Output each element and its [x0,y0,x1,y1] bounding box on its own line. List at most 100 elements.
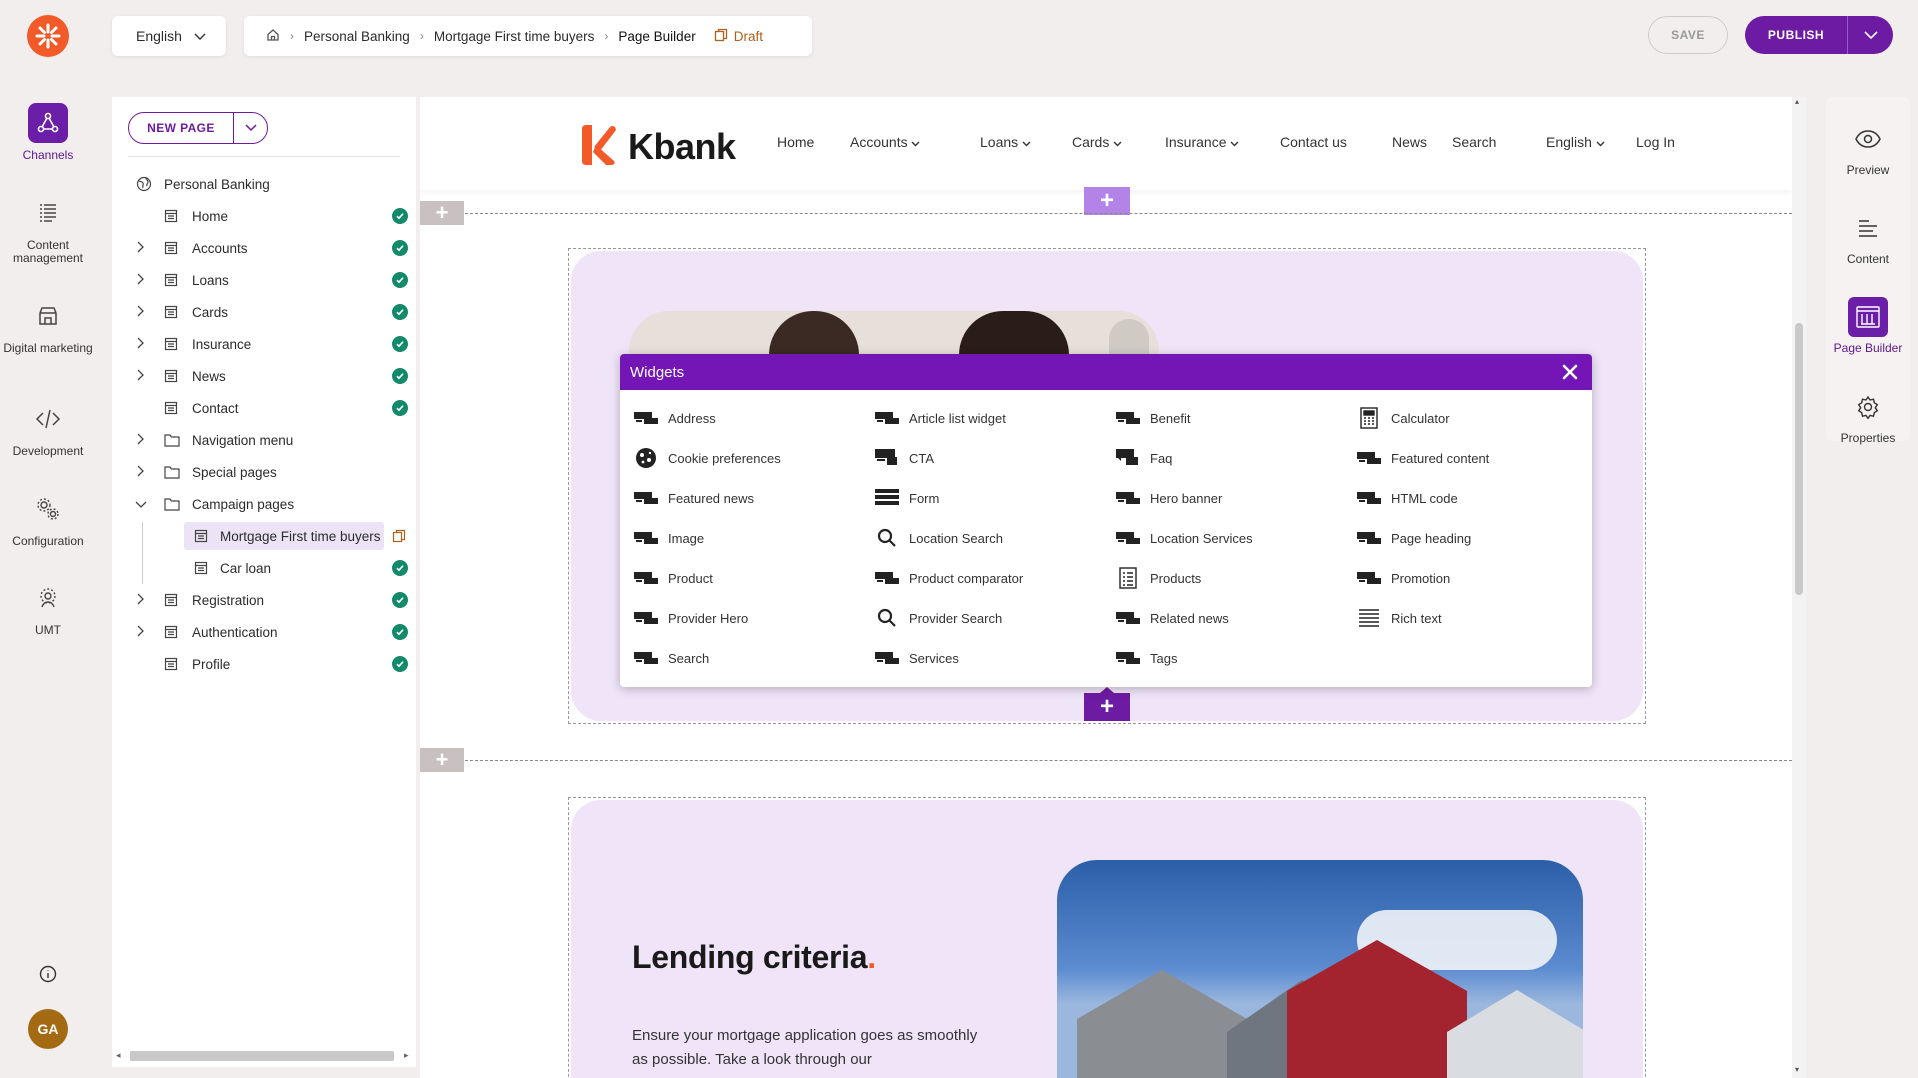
scroll-left-icon[interactable]: ◂ [116,1050,121,1061]
widget-option[interactable]: Benefit [1116,408,1190,428]
widget-option[interactable]: Address [634,408,716,428]
tree-item[interactable]: Profile [112,648,416,680]
add-widget-button[interactable]: + [1084,693,1130,721]
chevron-right-icon[interactable] [134,241,148,256]
chevron-down-icon[interactable] [1847,16,1893,54]
widget-option[interactable]: Article list widget [875,408,1006,428]
tree-item[interactable]: Registration [112,584,416,616]
tree-item[interactable]: News [112,360,416,392]
language-select[interactable]: English [112,16,226,56]
rail-item-digital-marketing[interactable]: Digital marketing [0,296,96,355]
widget-option[interactable]: Related news [1116,608,1229,628]
tree-item[interactable]: Authentication [112,616,416,648]
chevron-down-icon[interactable] [134,497,148,512]
widget-option[interactable]: Featured news [634,488,754,508]
chevron-right-icon[interactable] [134,337,148,352]
tree-item[interactable]: Cards [112,296,416,328]
tree-item[interactable]: Navigation menu [112,424,416,456]
widget-option[interactable]: Tags [1116,648,1177,668]
panel-item-content[interactable]: Content [1826,208,1910,266]
widget-option[interactable]: Search [634,648,709,668]
new-page-button[interactable]: NEW PAGE [128,112,268,144]
widget-option[interactable]: Cookie preferences [634,448,781,468]
tree-item[interactable]: Special pages [112,456,416,488]
widget-option[interactable]: Services [875,648,959,668]
breadcrumb-item[interactable]: Mortgage First time buyers [434,29,595,44]
site-nav-link[interactable]: Loans [980,134,1031,150]
panel-item-preview[interactable]: Preview [1826,119,1910,177]
tree-item[interactable]: Loans [112,264,416,296]
panel-item-page-builder[interactable]: Page Builder [1826,297,1910,355]
rail-item-development[interactable]: Development [0,399,96,458]
widget-option[interactable]: Location Services [1116,528,1253,548]
chevron-down-icon[interactable] [233,113,267,143]
widget-option[interactable]: Faq [1116,448,1172,468]
widget-option[interactable]: Image [634,528,704,548]
site-nav-link[interactable]: Search [1452,134,1496,150]
chevron-right-icon[interactable] [134,465,148,480]
site-nav-link[interactable]: Log In [1636,134,1675,150]
widget-option[interactable]: Rich text [1357,608,1442,628]
scroll-right-icon[interactable]: ▸ [404,1050,409,1061]
tree-root[interactable]: Personal Banking [112,168,416,200]
home-icon[interactable] [266,28,280,45]
widget-option[interactable]: Page heading [1357,528,1471,548]
site-nav-link[interactable]: Insurance [1165,134,1239,150]
add-row-button[interactable]: + [420,747,464,772]
chevron-right-icon[interactable] [134,593,148,608]
scrollbar-thumb[interactable] [130,1051,394,1061]
tree-item[interactable]: Insurance [112,328,416,360]
scroll-up-icon[interactable]: ▴ [1795,97,1799,106]
site-nav-link[interactable]: Contact us [1280,134,1347,150]
rail-item-configuration[interactable]: Configuration [0,489,96,548]
widget-option[interactable]: Location Search [875,528,1003,548]
site-nav-link[interactable]: Accounts [850,134,920,150]
info-icon[interactable] [38,964,58,984]
tree-horizontal-scrollbar[interactable]: ◂ ▸ [116,1048,412,1062]
panel-item-properties[interactable]: Properties [1826,387,1910,445]
scrollbar-thumb[interactable] [1795,323,1803,595]
widget-option[interactable]: CTA [875,448,934,468]
site-nav-link[interactable]: Cards [1072,134,1122,150]
tree-item[interactable]: Mortgage First time buyers [112,520,416,552]
tree-item[interactable]: Campaign pages [112,488,416,520]
widget-option[interactable]: Provider Hero [634,608,748,628]
chevron-right-icon[interactable] [134,625,148,640]
rail-item-content-management[interactable]: Content management [0,193,96,265]
chevron-right-icon[interactable] [134,273,148,288]
widget-option[interactable]: Provider Search [875,608,1002,628]
breadcrumb-item[interactable]: Personal Banking [304,29,410,44]
canvas-vertical-scrollbar[interactable]: ▴ ▾ [1792,97,1806,1078]
avatar[interactable]: GA [28,1009,68,1049]
add-section-button[interactable]: + [1084,187,1130,215]
app-logo-icon[interactable] [27,15,69,57]
widget-option[interactable]: Featured content [1357,448,1489,468]
widget-option[interactable]: Products [1116,567,1201,589]
tree-item[interactable]: Home [112,200,416,232]
site-nav-link[interactable]: News [1392,134,1427,150]
add-row-button[interactable]: + [420,200,464,225]
widget-option[interactable]: HTML code [1357,488,1458,508]
widget-option[interactable]: Form [875,488,939,508]
site-nav-link[interactable]: English [1546,134,1605,150]
chevron-right-icon[interactable] [134,433,148,448]
tree-item[interactable]: Accounts [112,232,416,264]
widget-option[interactable]: Hero banner [1116,488,1222,508]
site-nav-link[interactable]: Home [777,134,814,150]
save-button[interactable]: SAVE [1648,16,1728,54]
rail-item-channels[interactable]: Channels [0,103,96,162]
publish-button[interactable]: PUBLISH [1745,16,1893,54]
chevron-right-icon[interactable] [134,305,148,320]
tree-item[interactable]: Contact [112,392,416,424]
site-brand[interactable]: Kbank [580,125,736,168]
widget-option[interactable]: Calculator [1357,407,1450,429]
close-icon[interactable] [1558,360,1582,384]
chevron-right-icon[interactable] [134,369,148,384]
widget-option[interactable]: Product [634,568,713,588]
tree-item[interactable]: Car loan [112,552,416,584]
widget-option[interactable]: Product comparator [875,568,1023,588]
scroll-down-icon[interactable]: ▾ [1795,1065,1799,1074]
digital-marketing-icon [28,296,68,336]
rail-item-umt[interactable]: UMT [0,578,96,637]
widget-option[interactable]: Promotion [1357,568,1450,588]
